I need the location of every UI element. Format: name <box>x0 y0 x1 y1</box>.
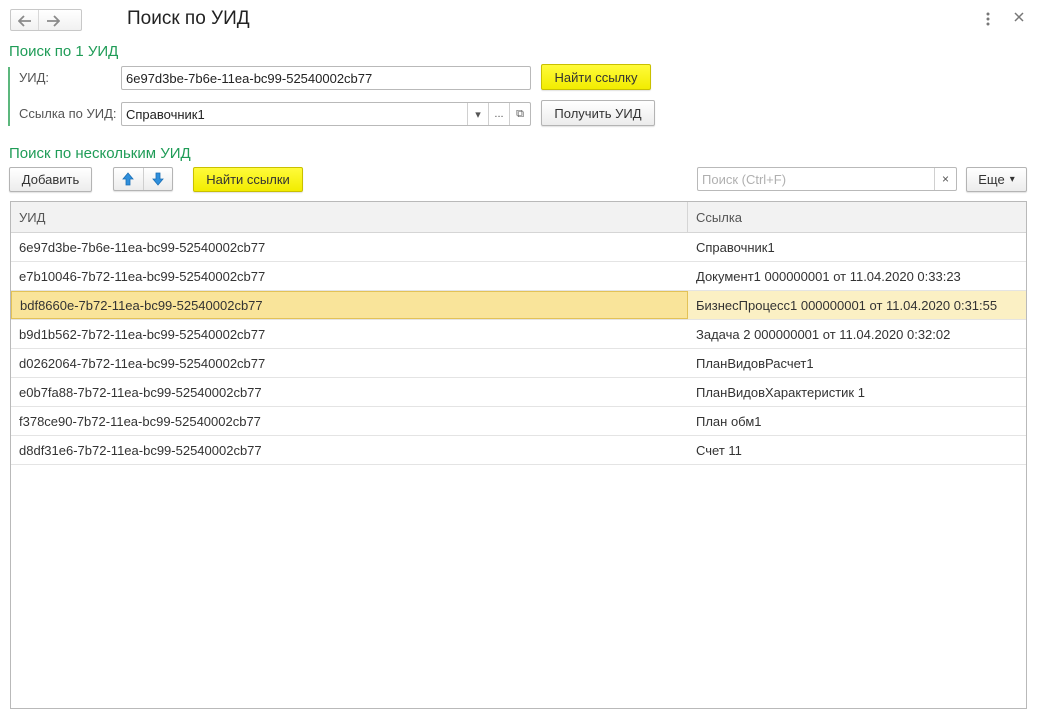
uid-label: УИД: <box>19 70 50 85</box>
cell-link: План обм1 <box>696 413 762 429</box>
navigation-group <box>10 9 82 31</box>
close-icon[interactable] <box>1013 10 1025 27</box>
arrow-up-icon <box>122 172 135 186</box>
cell-uid: b9d1b562-7b72-11ea-bc99-52540002cb77 <box>19 326 266 342</box>
cell-link: ПланВидовРасчет1 <box>696 355 814 371</box>
clear-search-button[interactable]: × <box>934 168 956 190</box>
cell-uid: e7b10046-7b72-11ea-bc99-52540002cb77 <box>19 268 266 284</box>
cell-uid: bdf8660e-7b72-11ea-bc99-52540002cb77 <box>11 291 688 319</box>
chevron-down-icon: ▾ <box>475 108 481 121</box>
cell-link: БизнесПроцесс1 000000001 от 11.04.2020 0… <box>696 297 998 313</box>
find-link-button[interactable]: Найти ссылку <box>541 64 651 90</box>
uid-input[interactable]: 6e97d3be-7b6e-11ea-bc99-52540002cb77 <box>121 66 531 90</box>
clear-icon: × <box>941 172 949 186</box>
cell-link: Справочник1 <box>696 239 775 255</box>
page-title: Поиск по УИД <box>127 8 250 29</box>
uid-input-value: 6e97d3be-7b6e-11ea-bc99-52540002cb77 <box>126 70 373 86</box>
table-row[interactable]: d8df31e6-7b72-11ea-bc99-52540002cb77 Сче… <box>11 436 1026 465</box>
table-row[interactable]: d0262064-7b72-11ea-bc99-52540002cb77 Пла… <box>11 349 1026 378</box>
link-field[interactable]: Справочник1 ▾ ... ⧉ <box>121 102 531 126</box>
kebab-menu-icon[interactable] <box>985 11 991 31</box>
dropdown-button[interactable]: ▾ <box>467 103 488 125</box>
move-buttons-group <box>113 167 173 191</box>
find-links-button[interactable]: Найти ссылки <box>193 167 303 192</box>
open-button[interactable]: ⧉ <box>509 103 530 125</box>
table-search: × <box>697 167 957 191</box>
section-accent-bar <box>8 67 10 126</box>
cell-link: ПланВидовХарактеристик 1 <box>696 384 865 400</box>
cell-link: Задача 2 000000001 от 11.04.2020 0:32:02 <box>696 326 951 342</box>
cell-uid: e0b7fa88-7b72-11ea-bc99-52540002cb77 <box>19 384 262 400</box>
link-label: Ссылка по УИД: <box>19 106 117 121</box>
table-header: УИД Ссылка <box>11 202 1026 233</box>
arrow-left-icon <box>17 15 31 27</box>
get-uid-button[interactable]: Получить УИД <box>541 100 655 126</box>
cell-link: Документ1 000000001 от 11.04.2020 0:33:2… <box>696 268 961 284</box>
add-button[interactable]: Добавить <box>9 167 92 192</box>
table-row[interactable]: b9d1b562-7b72-11ea-bc99-52540002cb77 Зад… <box>11 320 1026 349</box>
cell-uid: d0262064-7b72-11ea-bc99-52540002cb77 <box>19 355 266 371</box>
open-window-icon: ⧉ <box>516 107 524 120</box>
table-row[interactable]: e7b10046-7b72-11ea-bc99-52540002cb77 Док… <box>11 262 1026 291</box>
move-up-button[interactable] <box>114 168 143 190</box>
select-button[interactable]: ... <box>488 103 509 125</box>
column-header-uid[interactable]: УИД <box>11 202 688 232</box>
link-field-value: Справочник1 <box>126 106 205 122</box>
chevron-down-icon: ▾ <box>1009 174 1015 185</box>
cell-uid: 6e97d3be-7b6e-11ea-bc99-52540002cb77 <box>19 239 266 255</box>
uid-table[interactable]: УИД Ссылка 6e97d3be-7b6e-11ea-bc99-52540… <box>10 201 1027 709</box>
forward-button[interactable] <box>39 10 66 32</box>
cell-uid: d8df31e6-7b72-11ea-bc99-52540002cb77 <box>19 442 262 458</box>
arrow-down-icon <box>151 172 164 186</box>
search-input[interactable] <box>698 168 934 190</box>
more-button[interactable]: Еще ▾ <box>966 167 1027 192</box>
column-header-link[interactable]: Ссылка <box>688 202 1026 232</box>
cell-link: Счет 11 <box>696 442 742 458</box>
table-row[interactable]: 6e97d3be-7b6e-11ea-bc99-52540002cb77 Спр… <box>11 233 1026 262</box>
cell-uid: f378ce90-7b72-11ea-bc99-52540002cb77 <box>19 413 261 429</box>
table-row[interactable]: e0b7fa88-7b72-11ea-bc99-52540002cb77 Пла… <box>11 378 1026 407</box>
arrow-right-icon <box>46 15 60 27</box>
multi-search-title: Поиск по нескольким УИД <box>9 145 191 162</box>
move-down-button[interactable] <box>144 168 173 190</box>
table-row-selected[interactable]: bdf8660e-7b72-11ea-bc99-52540002cb77 Биз… <box>11 291 1026 320</box>
single-search-title: Поиск по 1 УИД <box>9 43 119 60</box>
more-button-label: Еще <box>978 172 1005 187</box>
ellipsis-icon: ... <box>494 108 504 120</box>
back-button[interactable] <box>11 10 38 32</box>
table-row[interactable]: f378ce90-7b72-11ea-bc99-52540002cb77 Пла… <box>11 407 1026 436</box>
